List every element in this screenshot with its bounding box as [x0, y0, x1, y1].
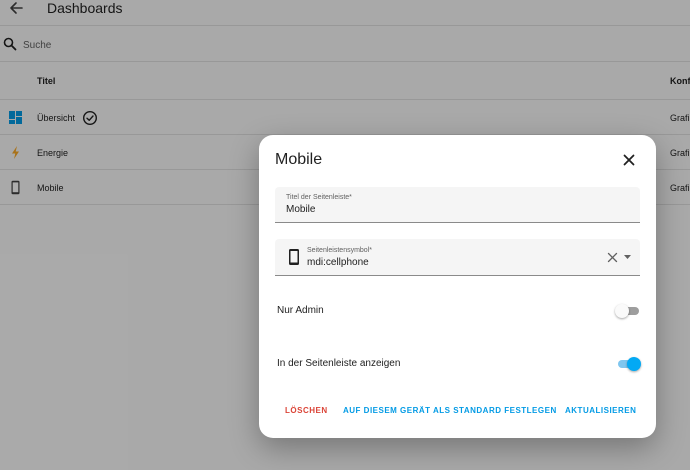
edit-dashboard-dialog: Mobile Titel der Seitenleiste* Mobile Se… — [259, 135, 656, 438]
sidebar-title-label: Titel der Seitenleiste* — [286, 194, 352, 201]
show-in-sidebar-label: In der Seitenleiste anzeigen — [277, 358, 401, 369]
clear-icon[interactable] — [607, 252, 618, 263]
sidebar-icon-value[interactable]: mdi:cellphone — [307, 257, 369, 268]
toggle-thumb — [615, 304, 629, 318]
dialog-title: Mobile — [275, 151, 323, 168]
close-icon[interactable] — [621, 152, 637, 168]
sidebar-title-value[interactable]: Mobile — [286, 204, 315, 215]
sidebar-icon-field[interactable]: Seitenleistensymbol* mdi:cellphone — [275, 239, 640, 276]
cellphone-icon — [289, 249, 299, 265]
set-default-button[interactable]: AUF DIESEM GERÄT ALS STANDARD FESTLEGEN — [343, 406, 557, 415]
delete-button[interactable]: LÖSCHEN — [285, 406, 328, 415]
admin-only-toggle[interactable] — [615, 303, 641, 319]
sidebar-title-field[interactable]: Titel der Seitenleiste* Mobile — [275, 187, 640, 223]
toggle-thumb — [627, 357, 641, 371]
sidebar-icon-label: Seitenleistensymbol* — [307, 247, 372, 254]
show-in-sidebar-toggle[interactable] — [615, 356, 641, 372]
admin-only-label: Nur Admin — [277, 305, 324, 316]
update-button[interactable]: AKTUALISIEREN — [565, 406, 636, 415]
chevron-down-icon[interactable] — [623, 254, 632, 260]
